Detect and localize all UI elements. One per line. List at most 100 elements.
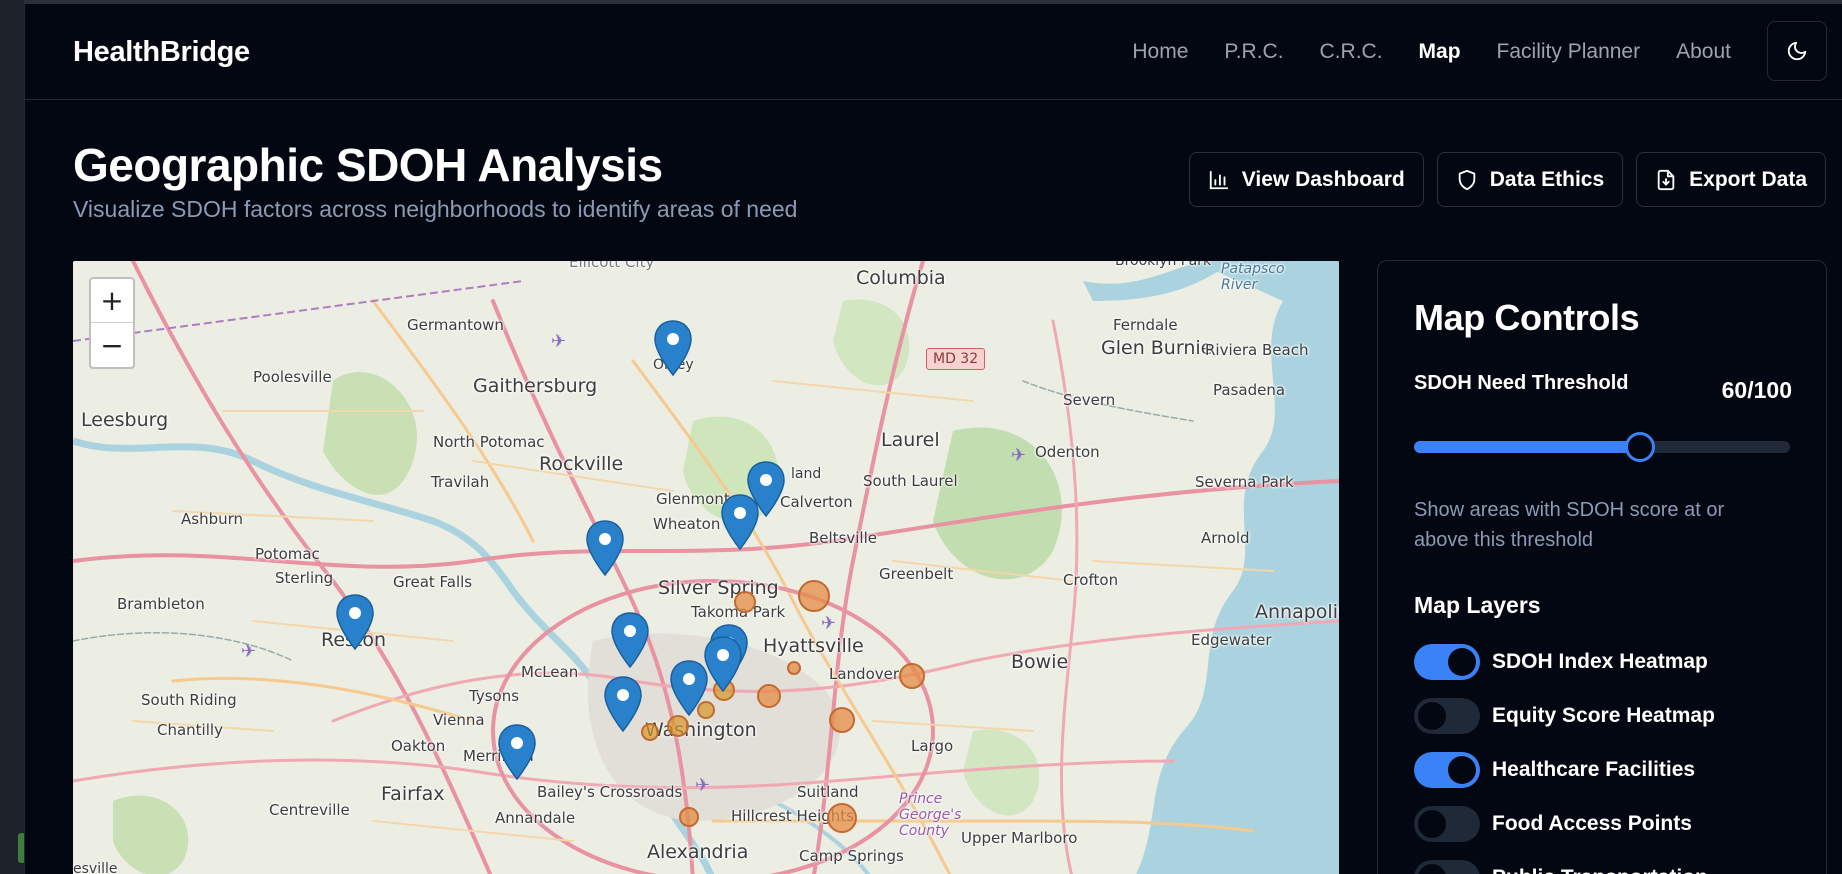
map-label: Edgewater [1191, 631, 1272, 649]
view-dashboard-label: View Dashboard [1241, 167, 1405, 191]
map-label: esville [73, 861, 118, 874]
svg-text:✈: ✈ [551, 331, 566, 352]
sdoh-need-circle[interactable] [757, 684, 781, 708]
nav-link-about[interactable]: About [1676, 40, 1731, 64]
layer-label: Public Transportation [1492, 866, 1708, 874]
threshold-value: 60/100 [1721, 377, 1792, 403]
map-label: Odenton [1035, 443, 1100, 461]
layer-public-transportation[interactable]: Public Transportation [1414, 860, 1708, 874]
map-label: Greenbelt [879, 565, 954, 583]
map-label: Gaithersburg [473, 375, 598, 397]
nav-link-map[interactable]: Map [1419, 40, 1461, 64]
svg-text:✈: ✈ [1011, 445, 1026, 466]
svg-text:✈: ✈ [241, 641, 256, 662]
layer-label: Food Access Points [1492, 812, 1692, 835]
map-label: Bowie [1011, 651, 1069, 673]
facility-marker[interactable] [669, 659, 709, 717]
threshold-slider[interactable] [1414, 432, 1790, 462]
layer-toggle[interactable] [1414, 644, 1480, 680]
toggle-knob [1418, 810, 1446, 838]
layer-toggle[interactable] [1414, 806, 1480, 842]
facility-marker[interactable] [720, 493, 760, 551]
map-label: McLean [521, 663, 579, 681]
layer-label: Healthcare Facilities [1492, 758, 1696, 781]
map-label: Fairfax [381, 783, 445, 805]
layer-food-access-points[interactable]: Food Access Points [1414, 806, 1692, 842]
facility-marker[interactable] [703, 635, 743, 693]
layer-toggle[interactable] [1414, 752, 1480, 788]
layer-sdoh-index-heatmap[interactable]: SDOH Index Heatmap [1414, 644, 1708, 680]
threshold-slider-thumb[interactable] [1624, 432, 1655, 462]
header-actions: View Dashboard Data Ethics Export Data [1188, 152, 1826, 207]
zoom-out-button[interactable]: − [91, 323, 133, 367]
layer-label: Equity Score Heatmap [1492, 704, 1715, 727]
zoom-in-button[interactable]: + [91, 279, 133, 323]
map-label: North Potomac [433, 433, 545, 451]
map-label: Ellicott City [569, 261, 655, 271]
layer-equity-score-heatmap[interactable]: Equity Score Heatmap [1414, 698, 1715, 734]
map-label: Silver Spring [658, 577, 779, 599]
sdoh-need-circle[interactable] [798, 580, 830, 612]
sdoh-need-circle[interactable] [829, 707, 855, 733]
facility-marker[interactable] [610, 611, 650, 669]
nav-link-home[interactable]: Home [1132, 40, 1188, 64]
theme-toggle-button[interactable] [1767, 21, 1827, 81]
map-label: Potomac [255, 545, 320, 563]
nav-link-facility-planner[interactable]: Facility Planner [1497, 40, 1641, 64]
map-label: Largo [911, 737, 954, 755]
map-label: Pasadena [1213, 381, 1286, 399]
map-label: Leesburg [81, 409, 169, 431]
facility-marker[interactable] [335, 593, 375, 651]
sdoh-need-circle[interactable] [641, 723, 659, 741]
layer-toggle[interactable] [1414, 860, 1480, 874]
data-ethics-label: Data Ethics [1489, 167, 1605, 191]
facility-marker[interactable] [585, 519, 625, 577]
facility-marker[interactable] [497, 723, 537, 781]
export-data-button[interactable]: Export Data [1636, 152, 1826, 207]
app-window: HealthBridge Home P.R.C. C.R.C. Map Faci… [24, 4, 1842, 874]
layer-healthcare-facilities[interactable]: Healthcare Facilities [1414, 752, 1695, 788]
nav-link-crc[interactable]: C.R.C. [1320, 40, 1383, 64]
map-label: Beltsville [809, 529, 877, 547]
toggle-knob [1448, 648, 1476, 676]
sdoh-need-circle[interactable] [667, 715, 689, 737]
view-dashboard-button[interactable]: View Dashboard [1188, 152, 1424, 207]
brand-logo-text[interactable]: HealthBridge [73, 36, 250, 69]
sdoh-need-circle[interactable] [679, 807, 699, 827]
file-download-icon [1657, 169, 1675, 190]
map-label: Camp Springs [799, 847, 904, 865]
map-label: Alexandria [647, 841, 749, 863]
zoom-control: + − [89, 277, 135, 369]
sdoh-need-circle[interactable] [899, 663, 925, 689]
map-label: Landover [829, 665, 900, 683]
data-ethics-button[interactable]: Data Ethics [1436, 152, 1624, 207]
map-label: Calverton [780, 493, 853, 511]
map-label: Glenmont [656, 490, 730, 508]
map-label: Sterling [275, 569, 334, 587]
map-label: Upper Marlboro [961, 829, 1078, 847]
sdoh-map[interactable]: ✈ ✈ ✈ ✈ ✈ Columbia Germantown Gaithersbu… [73, 261, 1339, 874]
map-label: Brooklyn Park [1115, 261, 1212, 269]
map-label: South Laurel [863, 472, 958, 490]
map-label: Annapolis [1255, 601, 1339, 623]
facility-marker[interactable] [653, 319, 693, 377]
export-data-label: Export Data [1689, 167, 1807, 191]
map-label: Vienna [433, 711, 485, 729]
shield-icon [1458, 169, 1476, 190]
background-window-strip [0, 0, 26, 874]
sdoh-need-circle[interactable] [734, 591, 756, 613]
svg-text:✈: ✈ [695, 775, 710, 796]
map-label: Annandale [495, 809, 576, 827]
layer-toggle[interactable] [1414, 698, 1480, 734]
map-label: Laurel [881, 429, 940, 451]
map-label: Ashburn [181, 510, 244, 528]
facility-marker[interactable] [603, 675, 643, 733]
map-layers-title: Map Layers [1414, 592, 1541, 618]
sdoh-need-circle[interactable] [827, 803, 857, 833]
map-label: Rockville [539, 453, 624, 475]
nav-link-prc[interactable]: P.R.C. [1224, 40, 1283, 64]
svg-text:✈: ✈ [821, 613, 836, 634]
map-label: Crofton [1063, 571, 1119, 589]
sdoh-need-circle[interactable] [787, 661, 801, 675]
threshold-label: SDOH Need Threshold [1414, 372, 1629, 394]
